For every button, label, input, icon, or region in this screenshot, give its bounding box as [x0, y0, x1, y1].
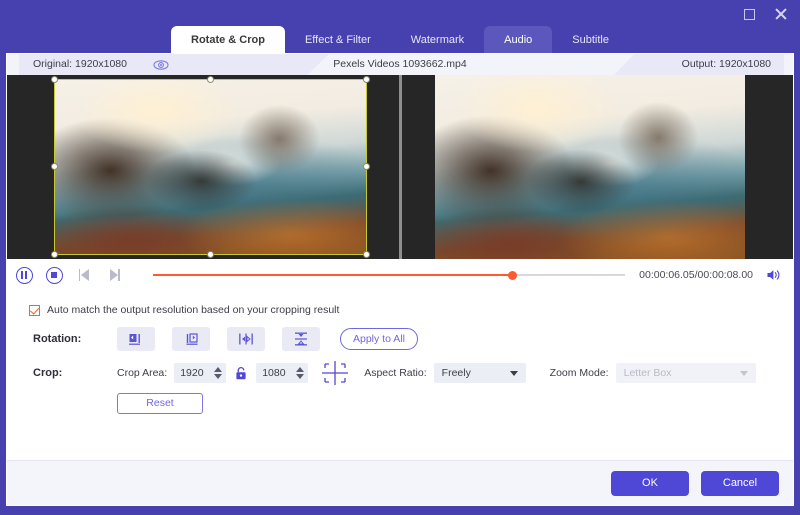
- rotate-left-button[interactable]: [117, 327, 155, 351]
- dialog-footer: OK Cancel: [7, 460, 793, 505]
- output-video-frame: [434, 75, 745, 259]
- reset-label: Reset: [146, 397, 174, 409]
- tab-rotate-and-crop[interactable]: Rotate & Crop: [171, 26, 285, 53]
- timecode-label: 00:00:06.05/00:00:08.00: [639, 269, 753, 281]
- tab-label: Rotate & Crop: [191, 33, 265, 46]
- tab-label: Effect & Filter: [304, 33, 371, 46]
- rotation-row: Rotation: Apply to All: [7, 321, 793, 357]
- source-preview[interactable]: [7, 75, 399, 259]
- previous-frame-button[interactable]: [71, 262, 97, 288]
- aspect-ratio-value: Freely: [441, 367, 471, 379]
- reset-button[interactable]: Reset: [117, 392, 203, 414]
- volume-button[interactable]: [761, 262, 787, 288]
- crop-row: Crop: Crop Area: 1920 1080 Aspect Ratio:…: [7, 357, 793, 389]
- zoom-mode-label: Zoom Mode:: [549, 367, 609, 379]
- rotate-left-icon: [129, 334, 140, 345]
- maximize-icon: [743, 8, 755, 20]
- pause-icon: [15, 266, 33, 284]
- next-frame-button[interactable]: [101, 262, 127, 288]
- close-icon: [774, 7, 788, 21]
- maximize-button[interactable]: [738, 4, 760, 24]
- aspect-ratio-label: Aspect Ratio:: [364, 367, 427, 379]
- tab-watermark[interactable]: Watermark: [391, 26, 484, 53]
- crop-width-decrement[interactable]: [213, 374, 222, 379]
- rotation-label: Rotation:: [33, 333, 82, 345]
- controls-area: Auto match the output resolution based o…: [7, 291, 793, 451]
- auto-match-row: Auto match the output resolution based o…: [7, 299, 793, 321]
- output-video-image: [434, 75, 745, 259]
- next-frame-icon: [108, 269, 121, 281]
- ok-button[interactable]: OK: [611, 470, 689, 496]
- crop-height-stepper[interactable]: 1080: [256, 363, 309, 383]
- ok-label: OK: [642, 477, 658, 489]
- output-resolution-label: Output: 1920x1080: [681, 58, 771, 70]
- source-video-image: [54, 79, 367, 255]
- tab-subtitle[interactable]: Subtitle: [552, 26, 629, 53]
- crop-width-stepper[interactable]: 1920: [174, 363, 227, 383]
- video-editor-dialog: Rotate & Crop Effect & Filter Watermark …: [0, 0, 800, 515]
- crop-position-icon[interactable]: [318, 360, 352, 386]
- rotate-right-button[interactable]: [172, 327, 210, 351]
- cancel-label: Cancel: [722, 477, 758, 489]
- rotate-right-icon: [186, 333, 198, 345]
- tab-effect-and-filter[interactable]: Effect & Filter: [285, 26, 391, 53]
- crop-height-decrement[interactable]: [295, 374, 304, 379]
- tab-label: Audio: [504, 33, 533, 46]
- chevron-down-icon: [739, 370, 748, 376]
- output-preview[interactable]: [401, 75, 793, 259]
- playback-bar: 00:00:06.05/00:00:08.00: [7, 259, 793, 291]
- file-name-label: Pexels Videos 1093662.mp4: [333, 58, 467, 70]
- progress-fill: [153, 273, 512, 277]
- tab-label: Watermark: [410, 33, 465, 46]
- tab-bar: Rotate & Crop Effect & Filter Watermark …: [0, 26, 800, 53]
- stop-icon: [45, 266, 63, 284]
- aspect-ratio-select[interactable]: Freely: [433, 363, 526, 383]
- tab-audio[interactable]: Audio: [484, 26, 553, 53]
- preview-area: [7, 75, 793, 259]
- lock-aspect-icon[interactable]: [231, 363, 251, 383]
- crop-height-value[interactable]: 1080: [256, 367, 294, 379]
- stop-button[interactable]: [41, 262, 67, 288]
- source-video-frame: [54, 79, 367, 255]
- title-bar: [0, 0, 800, 28]
- flip-vertical-icon: [295, 332, 307, 346]
- previous-frame-icon: [78, 269, 91, 281]
- crop-height-increment[interactable]: [295, 367, 304, 372]
- auto-match-label: Auto match the output resolution based o…: [47, 304, 340, 316]
- crop-width-increment[interactable]: [213, 367, 222, 372]
- close-button[interactable]: [770, 4, 792, 24]
- reset-row: Reset: [7, 389, 793, 417]
- window-controls: [738, 4, 792, 24]
- auto-match-checkbox[interactable]: [29, 304, 40, 316]
- chevron-down-icon: [509, 370, 518, 376]
- apply-to-all-button[interactable]: Apply to All: [340, 328, 418, 350]
- progress-knob[interactable]: [507, 270, 517, 280]
- apply-to-all-label: Apply to All: [353, 333, 405, 345]
- crop-width-arrows[interactable]: [212, 367, 226, 379]
- info-bar: Original: 1920x1080 Pexels Videos 109366…: [7, 54, 793, 75]
- crop-width-value[interactable]: 1920: [174, 367, 212, 379]
- flip-horizontal-icon: [239, 333, 253, 345]
- volume-icon: [767, 270, 780, 280]
- crop-area-label: Crop Area:: [117, 367, 168, 379]
- zoom-mode-value: Letter Box: [623, 367, 672, 379]
- cancel-button[interactable]: Cancel: [701, 470, 779, 496]
- tab-label: Subtitle: [572, 33, 609, 46]
- pause-button[interactable]: [11, 262, 37, 288]
- zoom-mode-select: Letter Box: [615, 363, 756, 383]
- flip-vertical-button[interactable]: [282, 327, 320, 351]
- flip-horizontal-button[interactable]: [227, 327, 265, 351]
- crop-height-arrows[interactable]: [294, 367, 308, 379]
- dialog-panel: Original: 1920x1080 Pexels Videos 109366…: [6, 53, 794, 506]
- crop-label: Crop:: [33, 367, 63, 379]
- progress-slider[interactable]: [153, 268, 626, 282]
